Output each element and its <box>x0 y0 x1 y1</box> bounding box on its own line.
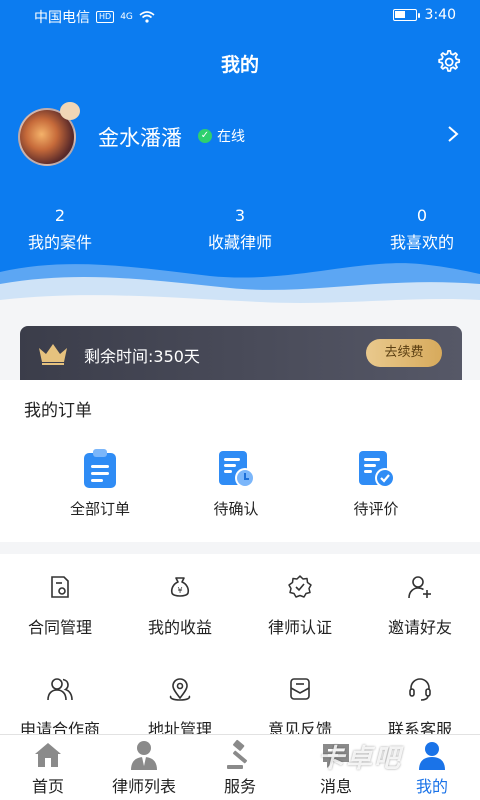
hd-badge: HD <box>96 11 115 23</box>
headset-icon <box>409 678 431 701</box>
add-user-icon <box>408 576 431 599</box>
signal-label: 4G <box>120 12 133 22</box>
tab-lawyer-list[interactable]: 律师列表 <box>96 739 192 797</box>
order-pending-review[interactable]: 待评价 <box>306 448 446 519</box>
svg-text:¥: ¥ <box>177 586 182 595</box>
tool-lawyer-certification[interactable]: 律师认证 <box>240 574 360 638</box>
order-pending-confirm[interactable]: 待确认 <box>166 448 306 519</box>
tool-label: 合同管理 <box>27 618 92 637</box>
tool-label: 地址管理 <box>147 720 212 734</box>
tab-label: 律师列表 <box>111 777 176 796</box>
clock-doc-icon <box>219 451 255 488</box>
crown-icon <box>39 344 67 365</box>
stat-label: 我喜欢的 <box>389 233 454 252</box>
contract-icon <box>51 576 69 598</box>
tool-address-management[interactable]: 地址管理 <box>120 676 240 734</box>
stat-value: 0 <box>416 206 428 225</box>
money-bag-icon: ¥ <box>170 577 190 597</box>
tool-contract-management[interactable]: 合同管理 <box>0 574 120 638</box>
carrier-label: 中国电信 <box>34 10 90 26</box>
profile-card[interactable]: 金水潘潘 ✓ 在线 <box>18 102 468 168</box>
orders-section: 我的订单 全部订单 待确认 待评价 <box>0 380 480 542</box>
wave-decoration <box>0 263 480 330</box>
tab-label: 我的 <box>415 777 448 796</box>
order-label: 待确认 <box>213 500 259 518</box>
tool-apply-partner[interactable]: 申请合作商 <box>0 676 120 734</box>
username: 金水潘潘 <box>98 126 182 150</box>
battery-icon <box>392 9 420 21</box>
wifi-icon <box>139 11 155 23</box>
stat-my-cases[interactable]: 2 我的案件 <box>0 206 120 253</box>
profile-header: 中国电信 HD 4G 3:40 我的 金水潘潘 ✓ 在线 2 我的案件 3 收藏… <box>0 0 480 330</box>
order-all[interactable]: 全部订单 <box>30 448 170 519</box>
order-label: 待评价 <box>353 500 399 518</box>
online-status: ✓ 在线 <box>198 126 245 146</box>
tab-label: 消息 <box>319 777 352 796</box>
stat-favorite-lawyers[interactable]: 3 收藏律师 <box>180 206 300 253</box>
online-status-label: 在线 <box>217 129 245 145</box>
tab-label: 首页 <box>31 777 64 796</box>
stat-label: 我的案件 <box>27 233 92 252</box>
check-doc-icon <box>359 451 395 488</box>
watermark: 卡卓吧 <box>318 744 403 774</box>
stats-row: 2 我的案件 3 收藏律师 0 我喜欢的 <box>0 206 480 262</box>
orders-title: 我的订单 <box>24 401 92 421</box>
tool-my-earnings[interactable]: ¥ 我的收益 <box>120 574 240 638</box>
tool-label: 律师认证 <box>267 618 332 637</box>
vip-membership-bar: 剩余时间:350天 去续费 <box>20 326 462 380</box>
location-icon <box>169 678 191 701</box>
tool-label: 邀请好友 <box>387 618 452 637</box>
clock: 3:40 <box>424 7 456 23</box>
user-icon <box>419 742 445 770</box>
gavel-icon <box>227 739 248 769</box>
partners-icon <box>47 678 73 701</box>
feedback-icon <box>290 678 310 700</box>
bottom-tab-bar: 首页 律师列表 服务 消息 我的 <box>0 734 480 800</box>
remaining-time: 剩余时间:350天 <box>84 347 200 366</box>
renew-button[interactable]: 去续费 <box>366 339 442 367</box>
chevron-right-icon[interactable] <box>446 124 460 144</box>
tools-grid: 合同管理 ¥ 我的收益 律师认证 邀请好友 申请合作商 地址管理 意见反馈 联系… <box>0 554 480 734</box>
gear-icon[interactable] <box>434 48 462 76</box>
tool-invite-friends[interactable]: 邀请好友 <box>360 574 480 638</box>
tool-label: 意见反馈 <box>267 720 332 734</box>
stat-my-likes[interactable]: 0 我喜欢的 <box>362 206 480 253</box>
tab-label: 服务 <box>223 777 256 796</box>
tool-contact-support[interactable]: 联系客服 <box>360 676 480 734</box>
lawyer-icon <box>131 741 157 770</box>
order-label: 全部订单 <box>69 500 130 518</box>
clipboard-icon <box>84 449 116 488</box>
stat-value: 3 <box>234 206 246 225</box>
tab-home[interactable]: 首页 <box>0 739 96 797</box>
tool-label: 申请合作商 <box>19 720 100 734</box>
tab-service[interactable]: 服务 <box>192 739 288 797</box>
tool-feedback[interactable]: 意见反馈 <box>240 676 360 734</box>
status-bar: 中国电信 HD 4G 3:40 <box>0 0 480 34</box>
tool-label: 我的收益 <box>147 618 212 637</box>
stat-label: 收藏律师 <box>207 233 272 252</box>
check-circle-icon: ✓ <box>198 129 212 143</box>
page-title: 我的 <box>220 54 259 76</box>
avatar-decoration <box>60 102 80 120</box>
badge-check-icon <box>288 575 312 598</box>
home-icon <box>35 743 61 767</box>
stat-value: 2 <box>54 206 66 225</box>
tool-label: 联系客服 <box>387 720 452 734</box>
